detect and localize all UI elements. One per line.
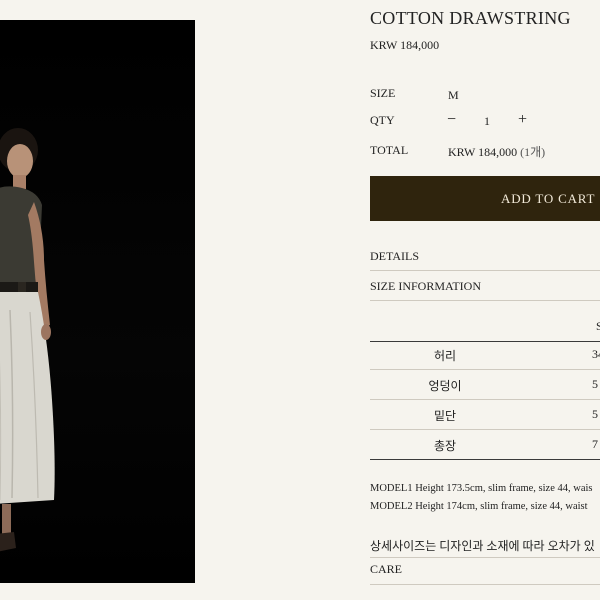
measure-label: 총장 [433,439,457,453]
qty-value[interactable]: 1 [484,114,490,129]
add-to-cart-button[interactable]: ADD TO CART [370,176,600,221]
product-title: COTTON DRAWSTRING [370,8,571,28]
table-rule [370,399,600,400]
measure-value: 34 [592,347,600,361]
model-figure-illustration [0,128,55,552]
divider [370,300,600,301]
qty-label: QTY [370,113,395,127]
size-column-header: S [596,319,600,333]
measure-value: 5 [592,407,598,421]
product-detail-panel: COTTON DRAWSTRING KRW 184,000 SIZE M QTY… [370,0,600,600]
table-rule [370,341,600,342]
total-label: TOTAL [370,143,409,157]
divider [370,270,600,271]
model-info-1: MODEL1 Height 173.5cm, slim frame, size … [370,483,593,494]
size-value[interactable]: M [448,88,459,103]
divider [370,584,600,585]
size-label: SIZE [370,86,396,100]
qty-increase-button[interactable]: + [518,112,527,128]
measure-label: 엉덩이 [428,379,462,393]
table-rule [370,369,600,370]
model-info-2: MODEL2 Height 174cm, slim frame, size 44… [370,501,588,512]
divider [370,557,600,558]
product-photo[interactable] [0,20,195,583]
total-price: KRW 184,000 [448,145,518,159]
measure-value: 7 [592,437,598,451]
table-rule [370,459,600,460]
care-toggle[interactable]: CARE [370,562,402,577]
measure-value: 5 [592,377,598,391]
product-price: KRW 184,000 [370,38,440,52]
details-toggle[interactable]: DETAILS [370,249,419,264]
measure-label: 밑단 [433,409,457,423]
qty-decrease-button[interactable]: − [447,112,456,128]
measure-label: 허리 [433,349,457,363]
total-value: KRW 184,000 (1개) [448,143,545,160]
size-information-toggle[interactable]: SIZE INFORMATION [370,279,481,294]
size-disclaimer: 상세사이즈는 디자인과 소재에 따라 오차가 있 [370,539,595,553]
total-count: (1개) [520,145,546,159]
table-rule [370,429,600,430]
